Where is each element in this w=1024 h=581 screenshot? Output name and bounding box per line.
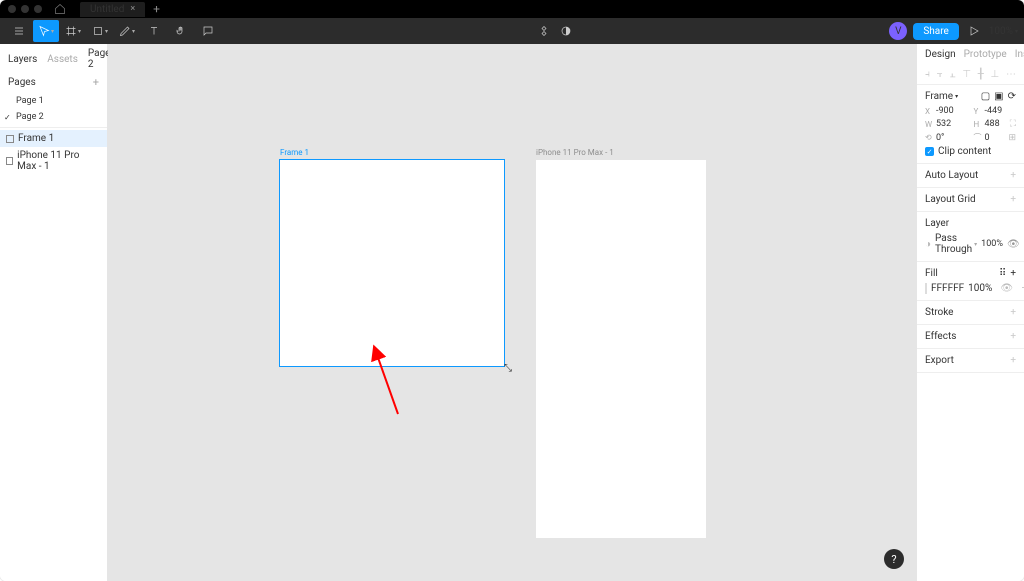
orientation-icon[interactable]: ⟳ [1008, 91, 1016, 102]
layers-tab[interactable]: Layers [8, 54, 37, 65]
help-button[interactable]: ? [884, 549, 904, 569]
page-item[interactable]: Page 1 [0, 93, 107, 109]
align-controls: ⫞ ⫟ ⫠ ⊤ ╂ ⊥ ⋯ [917, 65, 1024, 85]
file-tab-title: Untitled [90, 4, 124, 15]
plus-icon[interactable]: + [1010, 307, 1016, 318]
layer-row[interactable]: iPhone 11 Pro Max - 1 [0, 147, 107, 175]
canvas[interactable]: Frame 1 ⤡ iPhone 11 Pro Max - 1 ? [108, 44, 916, 581]
align-vcenter-icon[interactable]: ╂ [978, 69, 984, 80]
resize-fit-icon[interactable]: ▢ [981, 91, 990, 102]
align-right-icon[interactable]: ⫠ [950, 69, 956, 80]
pages-header: Pages [8, 77, 36, 88]
home-icon[interactable] [54, 3, 66, 15]
mask-icon[interactable] [560, 25, 572, 37]
export-section[interactable]: Export+ [917, 349, 1024, 373]
fill-swatch[interactable] [925, 283, 927, 294]
pen-tool[interactable]: ▾ [114, 20, 140, 42]
plus-icon[interactable]: + [1010, 170, 1016, 181]
hand-tool[interactable] [168, 20, 194, 42]
visibility-icon[interactable]: 👁 [1007, 239, 1020, 250]
plus-icon[interactable]: + [1010, 194, 1016, 205]
layout-grid-section[interactable]: Layout Grid+ [917, 188, 1024, 212]
layer-row[interactable]: Frame 1 [0, 130, 107, 147]
traffic-min-icon[interactable] [21, 5, 29, 13]
radius-detail-icon[interactable]: ⊞ [1008, 133, 1016, 143]
w-field[interactable]: W532 [925, 119, 968, 129]
menu-button[interactable] [6, 20, 32, 42]
frame-1[interactable]: Frame 1 ⤡ [280, 160, 504, 366]
titlebar: Untitled × + [0, 0, 1024, 18]
stroke-section[interactable]: Stroke+ [917, 301, 1024, 325]
visibility-icon[interactable]: 👁 [1000, 283, 1013, 294]
fill-hex-field[interactable]: FFFFFF [931, 283, 964, 294]
traffic-close-icon[interactable] [8, 5, 16, 13]
layer-name: iPhone 11 Pro Max - 1 [17, 150, 101, 172]
frame-section-title[interactable]: Frame [925, 91, 953, 102]
align-more-icon[interactable]: ⋯ [1006, 69, 1016, 80]
radius-field[interactable]: ⌒0⊞ [974, 132, 1017, 143]
avatar-initial: V [895, 26, 901, 37]
frame-icon [6, 135, 14, 143]
close-tab-icon[interactable]: × [130, 4, 135, 14]
window-controls[interactable] [8, 5, 42, 13]
design-tab[interactable]: Design [925, 49, 956, 60]
layer-name: Frame 1 [18, 133, 54, 144]
plus-icon[interactable]: + [1010, 331, 1016, 342]
share-button[interactable]: Share [913, 23, 958, 40]
frame-label[interactable]: iPhone 11 Pro Max - 1 [536, 148, 614, 157]
toolbar: ▾ ▾ ▾ ▾ V Share 100%▾ [0, 18, 1024, 44]
frame-iphone[interactable]: iPhone 11 Pro Max - 1 [536, 160, 706, 538]
layer-opacity-field[interactable]: 100% [981, 239, 1003, 249]
layer-section: Layer ◑ Pass Through▾ 100% 👁 [917, 212, 1024, 262]
auto-layout-section[interactable]: Auto Layout+ [917, 164, 1024, 188]
style-icon[interactable]: ⠿ [999, 268, 1006, 279]
right-panel: Design Prototype Inspect ⫞ ⫟ ⫠ ⊤ ╂ ⊥ ⋯ F… [916, 44, 1024, 581]
user-avatar[interactable]: V [889, 22, 907, 40]
frame-tool[interactable]: ▾ [60, 20, 86, 42]
add-page-button[interactable]: + [93, 76, 99, 89]
align-bottom-icon[interactable]: ⊥ [991, 69, 1000, 80]
h-field[interactable]: H488⛶ [974, 119, 1017, 129]
checkbox-checked-icon: ✓ [925, 147, 934, 156]
prototype-tab[interactable]: Prototype [964, 49, 1007, 60]
zoom-control[interactable]: 100%▾ [989, 26, 1018, 37]
plus-icon[interactable]: + [1010, 355, 1016, 366]
inspect-tab[interactable]: Inspect [1015, 49, 1024, 60]
effects-section[interactable]: Effects+ [917, 325, 1024, 349]
present-button[interactable] [965, 25, 983, 37]
layer-section-title: Layer [925, 218, 949, 229]
rotation-field[interactable]: ⟲0° [925, 133, 968, 143]
add-tab-button[interactable]: + [153, 2, 160, 16]
frame-label[interactable]: Frame 1 [280, 148, 309, 157]
align-hcenter-icon[interactable]: ⫟ [937, 69, 943, 80]
resize-handle-icon[interactable]: ⤡ [504, 363, 512, 374]
zoom-value: 100% [989, 26, 1013, 37]
page-item[interactable]: Page 2 [0, 109, 107, 125]
clip-content-checkbox[interactable]: ✓ Clip content [925, 146, 1016, 157]
left-panel: Layers Assets Page 2▾ Pages + Page 1 Pag… [0, 44, 108, 581]
frame-icon [6, 157, 13, 165]
shape-tool[interactable]: ▾ [87, 20, 113, 42]
x-field[interactable]: X-900 [925, 106, 968, 116]
blend-icon[interactable]: ◑ [925, 239, 931, 250]
component-icon[interactable] [538, 25, 550, 37]
fill-opacity-field[interactable]: 100% [968, 283, 992, 294]
move-tool[interactable]: ▾ [33, 20, 59, 42]
plus-icon[interactable]: + [1010, 268, 1016, 279]
blend-mode-select[interactable]: Pass Through▾ [935, 233, 977, 255]
resize-fill-icon[interactable]: ▣ [994, 91, 1003, 102]
file-tab[interactable]: Untitled × [80, 2, 145, 17]
fill-section-title: Fill [925, 268, 938, 279]
assets-tab[interactable]: Assets [47, 54, 78, 65]
align-left-icon[interactable]: ⫞ [925, 69, 930, 80]
constrain-icon[interactable]: ⛶ [1010, 119, 1016, 129]
fill-section: Fill ⠿+ FFFFFF 100% 👁 − [917, 262, 1024, 301]
frame-section: Frame▾ ▢ ▣ ⟳ X-900 Y-449 W532 H488⛶ ⟲0 [917, 85, 1024, 164]
traffic-max-icon[interactable] [34, 5, 42, 13]
comment-tool[interactable] [195, 20, 221, 42]
align-top-icon[interactable]: ⊤ [962, 69, 971, 80]
y-field[interactable]: Y-449 [974, 106, 1017, 116]
text-tool[interactable] [141, 20, 167, 42]
